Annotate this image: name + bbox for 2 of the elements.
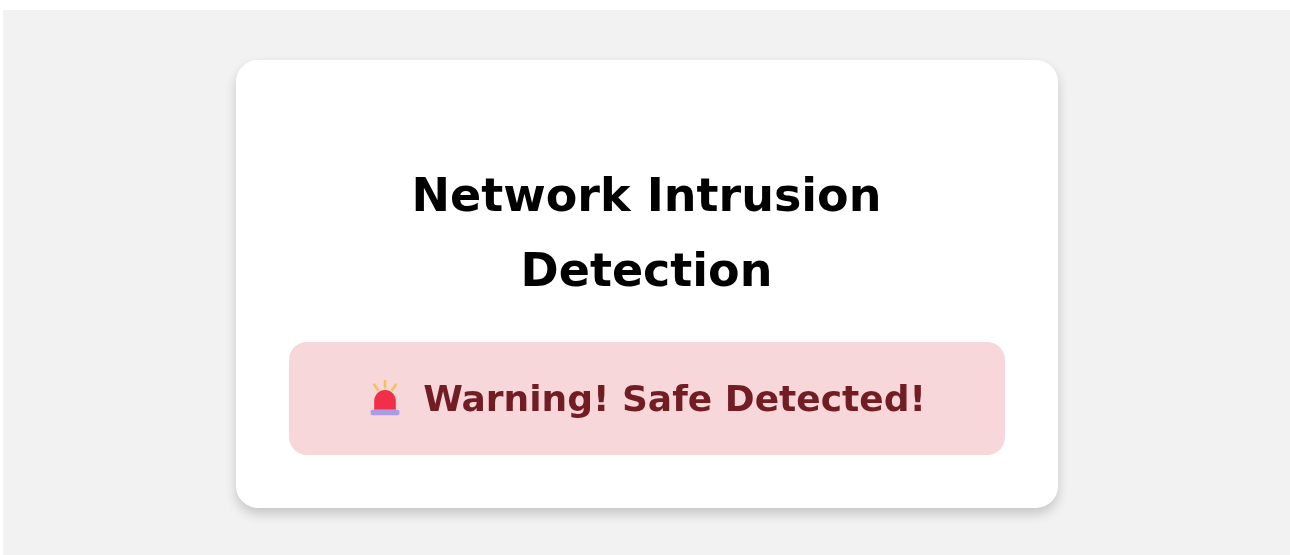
alert-message: Warning! Safe Detected! — [423, 378, 926, 419]
card-title: Network Intrusion Detection — [410, 167, 883, 299]
